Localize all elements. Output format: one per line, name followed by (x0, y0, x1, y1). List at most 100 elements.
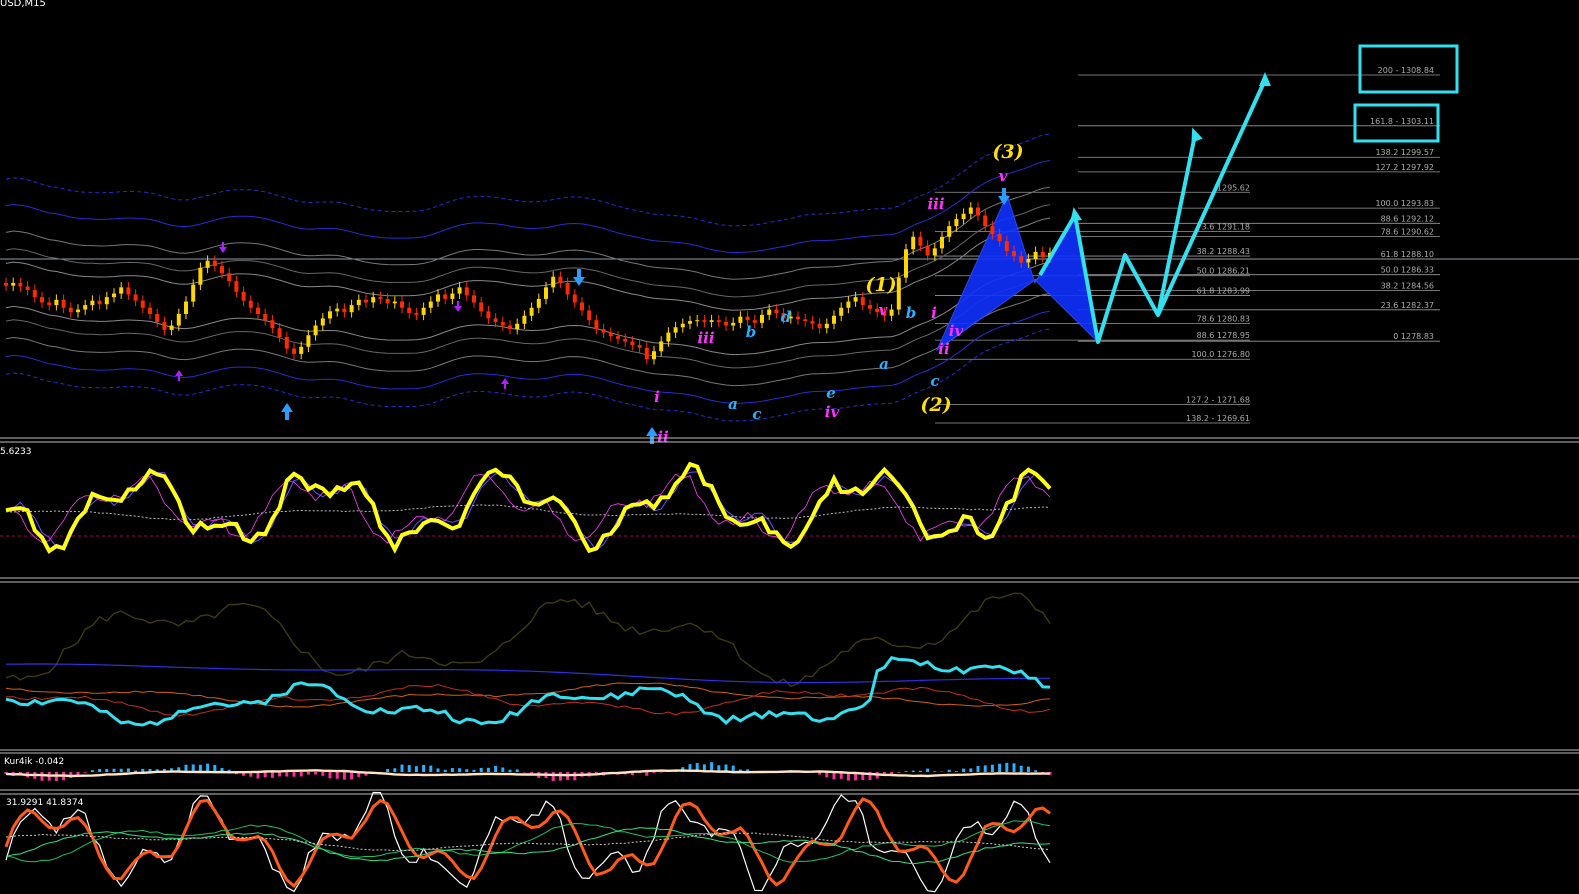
candle-body (551, 276, 556, 288)
wave-label: i (654, 388, 660, 406)
histogram-bar (897, 772, 901, 773)
histogram-bar (83, 772, 87, 773)
fib-label: 38.2 1288.43 (1197, 247, 1250, 256)
wave-label: (3) (992, 141, 1023, 163)
wave-label: iv (825, 403, 840, 421)
rsi-signal (5, 471, 1051, 552)
histogram-bar (436, 768, 440, 772)
fib-label: 127.2 1297.92 (1375, 163, 1434, 172)
price-chart[interactable]: 200 - 1308.84 161.8 - 1303.11 138.2 1299.5… (0, 0, 1579, 894)
histogram-bar (911, 770, 915, 772)
candle-body (803, 319, 808, 322)
histogram-bar (342, 772, 346, 780)
candle-body (961, 213, 966, 220)
candle-body (11, 282, 16, 286)
candle-body (313, 325, 318, 336)
candle-body (940, 236, 944, 249)
fib-label: 61.8 1288.10 (1381, 250, 1434, 259)
candle-body (500, 321, 505, 326)
candle-body (421, 307, 426, 315)
candle-body (630, 341, 635, 346)
candle-body (666, 332, 671, 342)
fib-label: 23.6 1282.37 (1381, 301, 1434, 310)
candle-body (364, 299, 368, 303)
candle-body (184, 301, 188, 314)
histogram-line (5, 769, 1050, 778)
candle-body (745, 316, 750, 321)
candle-body (248, 300, 253, 308)
candle-body (457, 287, 462, 294)
indicator-main (5, 656, 1051, 727)
projection-branch (1156, 134, 1197, 316)
candle-body (292, 348, 296, 354)
volume-line (5, 592, 1051, 688)
candle-body (860, 297, 865, 306)
candle-body (839, 307, 844, 316)
candle-body (90, 300, 95, 306)
candle-body (587, 310, 592, 321)
histogram-bar (299, 772, 303, 777)
candle-body (954, 219, 959, 227)
candle-body (709, 320, 714, 322)
histogram-bar (1012, 763, 1016, 772)
histogram-bar (400, 764, 404, 772)
histogram-bar (414, 766, 418, 772)
fib-label: 127.2 - 1271.68 (1186, 396, 1250, 405)
candle-body (889, 309, 894, 316)
candle-body (385, 298, 390, 304)
candle-body (97, 300, 102, 305)
histogram-bar (508, 769, 512, 772)
candle-body (25, 286, 30, 291)
signal-arrow-small (454, 301, 462, 312)
histogram-bar (393, 768, 397, 772)
wave-label: (1) (865, 274, 896, 296)
histogram-bar (450, 768, 454, 772)
histogram-bar (558, 772, 562, 781)
fib-label: 78.6 1290.62 (1381, 228, 1434, 237)
candle-body (234, 281, 239, 292)
candle-body (4, 282, 8, 286)
candle-body (544, 287, 548, 299)
histogram-bar (263, 772, 267, 778)
histogram-bar (112, 768, 116, 772)
histogram-bar (976, 765, 980, 772)
candle-body (119, 287, 124, 294)
wave-label: c (930, 372, 939, 390)
candle-body (54, 299, 59, 306)
wave-label: d (781, 308, 792, 326)
histogram-bar (335, 772, 339, 779)
fib-label: 88.6 1292.12 (1381, 214, 1434, 223)
candle-body (198, 267, 203, 285)
stochastic-pane (4, 791, 1051, 893)
wave-label: e (826, 384, 836, 402)
candle-body (450, 293, 455, 299)
histogram-bar (494, 766, 498, 772)
candle-body (18, 282, 23, 287)
wave-label: ii (657, 428, 669, 446)
candle-body (356, 299, 361, 306)
candle-body (695, 320, 700, 322)
candle-body (565, 282, 570, 295)
osc-label: Kur4ik -0.042 (4, 757, 65, 767)
candle-body (76, 309, 80, 313)
stoch-ma-2 (5, 827, 1051, 865)
candle-body (68, 307, 73, 313)
candle-body (349, 305, 354, 313)
histogram-bar (386, 769, 390, 772)
candle-body (601, 329, 606, 333)
histogram-bar (990, 764, 994, 772)
candle-body (277, 328, 282, 338)
candle-body (623, 338, 628, 342)
fib-label: 1295.62 (1217, 183, 1250, 192)
candle-body (817, 323, 822, 329)
histogram-bar (306, 772, 310, 775)
histogram-bar (141, 768, 145, 772)
candle-body (515, 323, 520, 330)
candle-body (868, 305, 872, 309)
candle-body (536, 298, 541, 308)
fib-label: 200 - 1308.84 (1378, 66, 1434, 75)
wave-label: i (931, 304, 937, 322)
rsi-main (5, 461, 1052, 554)
histogram-bar (90, 770, 94, 772)
candle-body (918, 236, 923, 246)
